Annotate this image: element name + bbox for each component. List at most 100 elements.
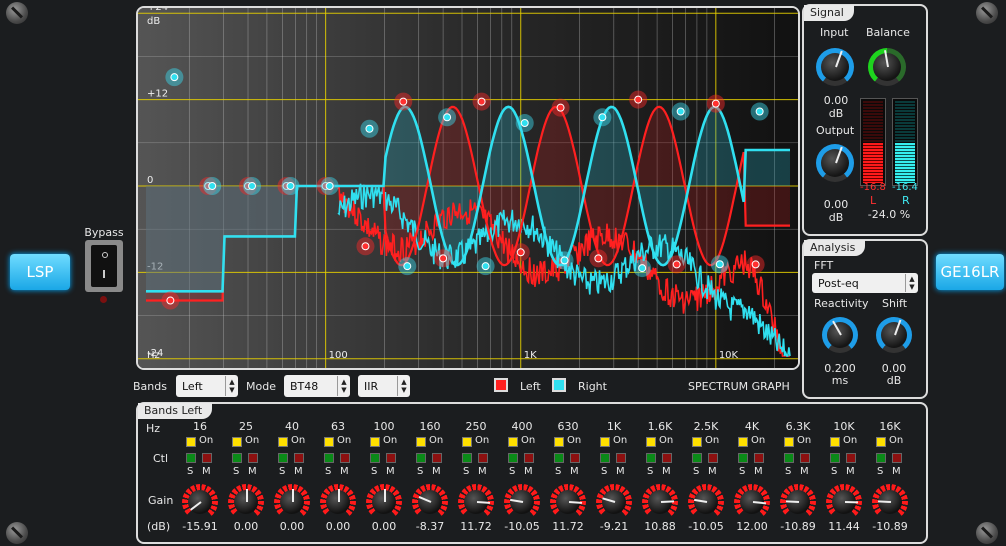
band-mute-button[interactable]: [340, 453, 350, 463]
band-on-checkbox[interactable]: [370, 437, 380, 447]
band-solo-button[interactable]: [186, 453, 196, 463]
bands-select[interactable]: Left ▲ ▼: [176, 375, 238, 397]
plugin-name-button[interactable]: GE16LR: [936, 254, 1004, 290]
band-on-checkbox[interactable]: [186, 437, 196, 447]
band-solo-button[interactable]: [232, 453, 242, 463]
band-mute-button[interactable]: [386, 453, 396, 463]
lsp-button[interactable]: LSP: [10, 254, 70, 290]
band-solo-button[interactable]: [646, 453, 656, 463]
band-mute-label: M: [524, 466, 533, 477]
band-solo-button[interactable]: [692, 453, 702, 463]
band-on-checkbox[interactable]: [646, 437, 656, 447]
band-gain-knob[interactable]: [364, 482, 404, 522]
mode-select-value: BT48: [290, 379, 319, 393]
bypass-switch[interactable]: [85, 240, 123, 292]
band-on-checkbox[interactable]: [278, 437, 288, 447]
band-mute-label: M: [616, 466, 625, 477]
band-column: 630 On S M 11.72: [546, 420, 590, 540]
band-mute-label: M: [248, 466, 257, 477]
band-mute-button[interactable]: [754, 453, 764, 463]
band-mute-button[interactable]: [478, 453, 488, 463]
band-solo-button[interactable]: [462, 453, 472, 463]
shift-knob[interactable]: [876, 317, 912, 353]
band-solo-button[interactable]: [784, 453, 794, 463]
band-gain-knob[interactable]: [778, 482, 818, 522]
graph-caption: SPECTRUM GRAPH: [688, 380, 790, 393]
band-on-checkbox[interactable]: [876, 437, 886, 447]
band-gain-knob[interactable]: [732, 482, 772, 522]
band-solo-button[interactable]: [508, 453, 518, 463]
band-mute-button[interactable]: [202, 453, 212, 463]
band-mute-label: M: [662, 466, 671, 477]
band-on-checkbox[interactable]: [784, 437, 794, 447]
fft-label: FFT: [814, 259, 834, 272]
band-solo-button[interactable]: [278, 453, 288, 463]
screw-bottom-right-icon: [976, 522, 998, 544]
band-column: 16K On S M -10.89: [868, 420, 912, 540]
right-band-handle: [520, 119, 529, 128]
band-on-checkbox[interactable]: [600, 437, 610, 447]
band-gain-knob[interactable]: [180, 482, 220, 522]
band-solo-button[interactable]: [738, 453, 748, 463]
select-arrows-icon: ▲ ▼: [397, 376, 410, 396]
band-gain-knob[interactable]: [502, 482, 542, 522]
input-knob[interactable]: [816, 48, 854, 86]
band-column: 1K On S M -9.21: [592, 420, 636, 540]
band-on-checkbox[interactable]: [232, 437, 242, 447]
band-on-checkbox[interactable]: [738, 437, 748, 447]
band-solo-button[interactable]: [876, 453, 886, 463]
band-gain-knob[interactable]: [318, 482, 358, 522]
reactivity-knob[interactable]: [822, 317, 858, 353]
right-meter-label: R: [902, 194, 910, 207]
left-legend-toggle[interactable]: [494, 378, 508, 392]
right-legend-toggle[interactable]: [552, 378, 566, 392]
band-mute-button[interactable]: [294, 453, 304, 463]
band-solo-button[interactable]: [830, 453, 840, 463]
band-on-checkbox[interactable]: [416, 437, 426, 447]
balance-label: Balance: [866, 26, 910, 39]
band-gain-knob[interactable]: [640, 482, 680, 522]
band-solo-button[interactable]: [554, 453, 564, 463]
band-mute-button[interactable]: [846, 453, 856, 463]
band-on-checkbox[interactable]: [830, 437, 840, 447]
band-on-label: On: [245, 435, 260, 446]
band-gain-knob[interactable]: [548, 482, 588, 522]
band-on-checkbox[interactable]: [508, 437, 518, 447]
output-knob[interactable]: [816, 144, 854, 182]
band-gain-knob[interactable]: [870, 482, 910, 522]
eq-graph-canvas[interactable]: +36+24+120-12-24-36dBHz1001K10K: [138, 8, 798, 368]
band-gain-knob[interactable]: [594, 482, 634, 522]
band-solo-button[interactable]: [600, 453, 610, 463]
band-mute-button[interactable]: [892, 453, 902, 463]
band-mute-button[interactable]: [616, 453, 626, 463]
left-band-handle: [594, 254, 603, 263]
band-gain-knob[interactable]: [456, 482, 496, 522]
band-on-label: On: [889, 435, 904, 446]
band-solo-button[interactable]: [416, 453, 426, 463]
band-gain-knob[interactable]: [410, 482, 450, 522]
band-mute-button[interactable]: [432, 453, 442, 463]
band-solo-button[interactable]: [370, 453, 380, 463]
balance-knob[interactable]: [868, 48, 906, 86]
band-mute-button[interactable]: [248, 453, 258, 463]
band-on-checkbox[interactable]: [692, 437, 702, 447]
spectrum-graph[interactable]: +36+24+120-12-24-36dBHz1001K10K: [136, 6, 800, 370]
band-mute-button[interactable]: [800, 453, 810, 463]
band-on-checkbox[interactable]: [324, 437, 334, 447]
filter-select[interactable]: IIR ▲ ▼: [358, 375, 410, 397]
band-solo-label: S: [877, 466, 884, 477]
right-band-handle: [676, 107, 685, 116]
band-mute-button[interactable]: [524, 453, 534, 463]
band-on-checkbox[interactable]: [462, 437, 472, 447]
band-gain-knob[interactable]: [226, 482, 266, 522]
band-on-checkbox[interactable]: [554, 437, 564, 447]
band-gain-knob[interactable]: [272, 482, 312, 522]
fft-select[interactable]: Post-eq ▲ ▼: [812, 273, 918, 293]
band-gain-knob[interactable]: [824, 482, 864, 522]
mode-select[interactable]: BT48 ▲ ▼: [284, 375, 350, 397]
band-mute-button[interactable]: [662, 453, 672, 463]
band-solo-button[interactable]: [324, 453, 334, 463]
band-gain-knob[interactable]: [686, 482, 726, 522]
band-mute-button[interactable]: [708, 453, 718, 463]
band-mute-button[interactable]: [570, 453, 580, 463]
